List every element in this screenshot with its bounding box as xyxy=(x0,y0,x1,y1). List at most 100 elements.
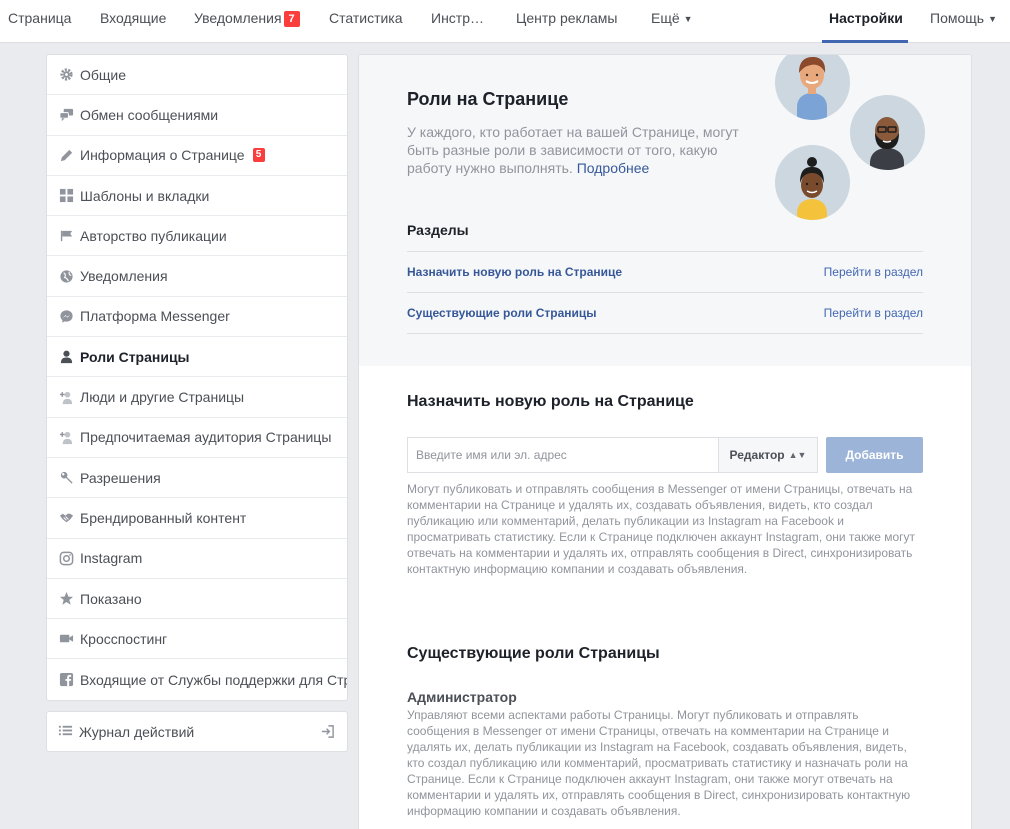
sidebar-item-label: Авторство публикации xyxy=(80,227,227,244)
facebook-icon xyxy=(58,672,74,688)
sidebar-item-page-roles[interactable]: Роли Страницы xyxy=(47,337,347,378)
sidebar-item-label: Общие xyxy=(80,66,127,83)
gear-icon xyxy=(58,67,74,83)
sidebar-item-people-and-pages[interactable]: Люди и другие Страницы xyxy=(47,377,347,418)
caret-down-icon: ▼ xyxy=(988,14,997,24)
page-info-badge: 5 xyxy=(252,148,265,163)
role-select-value: Редактор xyxy=(729,448,785,462)
select-arrows-icon: ▲▼ xyxy=(788,450,807,460)
sidebar-item-preferred-audience[interactable]: Предпочитаемая аудитория Страницы xyxy=(47,418,347,458)
existing-roles-heading: Существующие роли Страницы xyxy=(407,645,660,662)
sidebar-item-label: Предпочитаемая аудитория Страницы xyxy=(80,429,332,446)
sidebar-item-post-attribution[interactable]: Авторство публикации xyxy=(47,216,347,257)
sidebar-item-notifications[interactable]: Уведомления xyxy=(47,256,347,297)
sidebar-item-label: Роли Страницы xyxy=(80,348,190,365)
sidebar-item-label: Показано xyxy=(80,590,142,607)
nav-more-label: Ещё xyxy=(651,10,680,26)
flag-icon xyxy=(58,228,74,244)
nav-ad-center-label: Центр рекламы xyxy=(516,10,618,26)
sidebar-item-label: Обмен сообщениями xyxy=(80,106,219,123)
assign-role-heading: Назначить новую роль на Странице xyxy=(407,393,694,410)
avatar-illustration-1 xyxy=(775,55,850,120)
top-navigation: Страница Входящие Уведомления 7 Статистик… xyxy=(0,0,1010,43)
person-add-icon xyxy=(58,389,74,405)
activity-log-button[interactable]: Журнал действий xyxy=(46,711,348,752)
learn-more-link[interactable]: Подробнее xyxy=(577,160,650,176)
nav-notifications-label: Уведомления xyxy=(194,10,282,26)
role-select[interactable]: Редактор ▲▼ xyxy=(718,437,818,473)
sidebar-item-featured[interactable]: Показано xyxy=(47,579,347,620)
hero-description-text: У каждого, кто работает на вашей Страниц… xyxy=(407,124,739,176)
wrench-icon xyxy=(58,470,74,486)
roles-hero: Роли на Странице У каждого, кто работает… xyxy=(359,55,971,366)
sidebar-item-label: Шаблоны и вкладки xyxy=(80,187,210,204)
sidebar-item-support-inbox[interactable]: Входящие от Службы поддержки для Стр xyxy=(47,659,347,699)
admin-role-description: Управляют всеми аспектами работы Страниц… xyxy=(407,708,911,818)
sidebar-item-label: Брендированный контент xyxy=(80,509,247,526)
audience-icon xyxy=(58,429,74,445)
sidebar-item-page-info[interactable]: Информация о Странице 5 xyxy=(47,136,347,176)
chat-icon xyxy=(58,107,74,123)
instagram-icon xyxy=(58,550,74,566)
sidebar-item-label: Кросспостинг xyxy=(80,630,168,647)
nav-page-label: Страница xyxy=(8,10,72,26)
role-name-admin: Администратор xyxy=(407,689,517,705)
go-to-section-link[interactable]: Перейти в раздел xyxy=(824,265,923,279)
section-divider xyxy=(407,333,923,334)
hero-description: У каждого, кто работает на вашей Страниц… xyxy=(407,123,752,177)
section-row-assign: Назначить новую роль на Странице Перейти… xyxy=(407,251,923,292)
avatar-illustration-2 xyxy=(850,95,925,170)
sidebar-item-permissions[interactable]: Разрешения xyxy=(47,458,347,499)
section-row-existing: Существующие роли Страницы Перейти в раз… xyxy=(407,292,923,333)
handshake-icon xyxy=(58,510,74,526)
nav-statistics-label: Статистика xyxy=(329,10,403,26)
nav-page[interactable]: Страница xyxy=(8,0,71,43)
nav-inbox-label: Входящие xyxy=(100,10,167,26)
sidebar-item-label: Уведомления xyxy=(80,268,168,285)
globe-icon xyxy=(58,268,74,284)
page-title: Роли на Странице xyxy=(407,89,569,109)
add-button[interactable]: Добавить xyxy=(826,437,923,473)
sidebar-item-label: Разрешения xyxy=(80,469,161,486)
sidebar-item-label: Платформа Messenger xyxy=(80,308,230,325)
nav-tools[interactable]: Инстр… xyxy=(431,0,484,43)
list-icon xyxy=(58,723,73,741)
nav-tools-label: Инстр… xyxy=(431,10,484,26)
messenger-icon xyxy=(58,308,74,324)
nav-settings-label: Настройки xyxy=(829,10,903,26)
caret-down-icon: ▼ xyxy=(683,14,693,24)
sidebar-item-templates[interactable]: Шаблоны и вкладки xyxy=(47,176,347,217)
nav-more[interactable]: Ещё ▼ xyxy=(651,0,693,43)
nav-settings[interactable]: Настройки xyxy=(829,0,903,43)
nav-statistics[interactable]: Статистика xyxy=(329,0,403,43)
video-icon xyxy=(58,631,74,647)
settings-sidebar: Общие Обмен сообщениями Информация о Стр… xyxy=(46,54,348,701)
go-to-section-link[interactable]: Перейти в раздел xyxy=(824,306,923,320)
grid-icon xyxy=(58,188,74,204)
name-or-email-input[interactable] xyxy=(407,437,719,473)
activity-log-label: Журнал действий xyxy=(79,723,195,740)
nav-help[interactable]: Помощь ▼ xyxy=(930,0,997,43)
nav-help-label: Помощь xyxy=(930,10,985,26)
active-tab-indicator xyxy=(822,40,908,43)
pencil-icon xyxy=(58,147,74,163)
sidebar-item-instagram[interactable]: Instagram xyxy=(47,539,347,579)
sidebar-item-label: Instagram xyxy=(80,550,143,567)
sidebar-item-general[interactable]: Общие xyxy=(47,55,347,96)
sidebar-item-messenger-platform[interactable]: Платформа Messenger xyxy=(47,297,347,338)
nav-ad-center[interactable]: Центр рекламы xyxy=(516,0,617,43)
section-link-assign[interactable]: Назначить новую роль на Странице xyxy=(407,265,622,279)
section-link-existing[interactable]: Существующие роли Страницы xyxy=(407,306,597,320)
sidebar-item-crossposting[interactable]: Кросспостинг xyxy=(47,619,347,660)
notifications-badge: 7 xyxy=(283,11,300,27)
person-icon xyxy=(58,349,74,365)
avatar-illustration-3 xyxy=(775,145,850,220)
sidebar-item-label: Люди и другие Страницы xyxy=(80,389,245,406)
editor-role-description: Могут публиковать и отправлять сообщения… xyxy=(407,482,916,576)
page-roles-panel: Роли на Странице У каждого, кто работает… xyxy=(358,54,972,829)
sidebar-item-label: Входящие от Службы поддержки для Стр xyxy=(80,671,348,688)
nav-notifications[interactable]: Уведомления 7 xyxy=(194,0,300,43)
nav-inbox[interactable]: Входящие xyxy=(100,0,166,43)
sidebar-item-messaging[interactable]: Обмен сообщениями xyxy=(47,95,347,136)
sidebar-item-branded-content[interactable]: Брендированный контент xyxy=(47,498,347,539)
